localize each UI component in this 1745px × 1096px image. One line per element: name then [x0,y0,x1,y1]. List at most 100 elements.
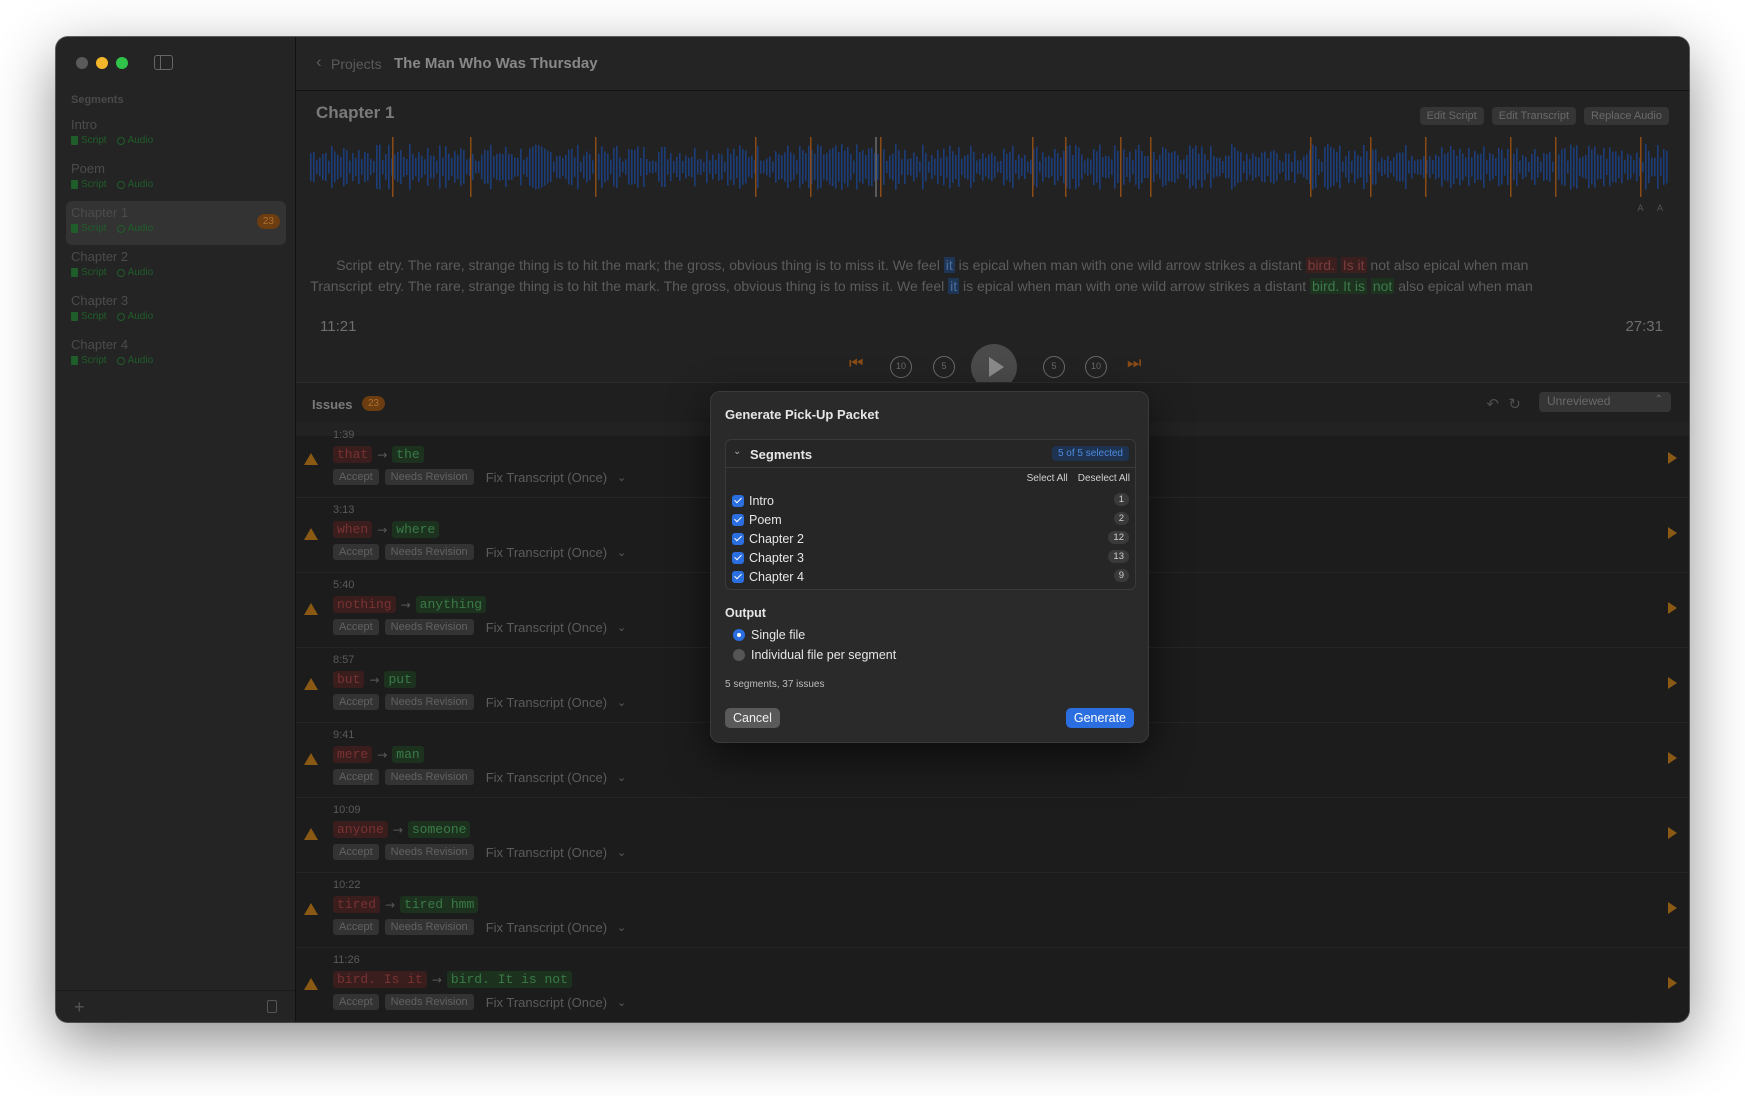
forward-5-button[interactable]: 5 [1043,356,1065,378]
segment-row-chapter-4[interactable]: Chapter 4 9 [732,567,1129,586]
chevron-down-icon[interactable]: ⌄ [733,446,741,457]
needs-revision-button[interactable]: Needs Revision [384,844,474,860]
play-issue-icon[interactable] [1668,452,1677,464]
accept-button[interactable]: Accept [333,769,379,785]
fix-transcript-menu[interactable]: Fix Transcript (Once) [486,470,607,485]
needs-revision-button[interactable]: Needs Revision [384,544,474,560]
select-all-button[interactable]: Select All [1027,473,1068,484]
segments-group-header[interactable]: ⌄ Segments 5 of 5 selected [726,440,1135,468]
needs-revision-button[interactable]: Needs Revision [384,994,474,1010]
issue-time[interactable]: 9:41 [333,729,354,741]
accept-button[interactable]: Accept [333,544,379,560]
chevron-down-icon[interactable]: ⌄ [617,771,626,784]
edit-script-button[interactable]: Edit Script [1419,107,1484,125]
issue-marker[interactable] [1150,137,1152,197]
sidebar-item-intro[interactable]: Intro Script Audio [66,113,286,157]
needs-revision-button[interactable]: Needs Revision [384,919,474,935]
current-word-highlight[interactable]: it [948,278,960,294]
issue-time[interactable]: 5:40 [333,579,354,591]
sidebar-item-chapter-1[interactable]: Chapter 1 Script Audio 23 [66,201,286,245]
segment-row-chapter-2[interactable]: Chapter 2 12 [732,529,1129,548]
fix-transcript-menu[interactable]: Fix Transcript (Once) [486,920,607,935]
text-size-control[interactable]: A A [1637,203,1669,213]
checkbox[interactable] [732,532,744,545]
issue-marker[interactable] [1120,137,1122,197]
segment-row-chapter-3[interactable]: Chapter 3 13 [732,548,1129,567]
fix-transcript-menu[interactable]: Fix Transcript (Once) [486,995,607,1010]
issue-time[interactable]: 1:39 [333,429,354,441]
segment-row-poem[interactable]: Poem 2 [732,510,1129,529]
play-issue-icon[interactable] [1668,977,1677,989]
accept-button[interactable]: Accept [333,619,379,635]
mismatch-highlight[interactable]: not [1370,278,1395,294]
sidebar-item-chapter-4[interactable]: Chapter 4 Script Audio [66,333,286,377]
chevron-down-icon[interactable]: ⌄ [617,696,626,709]
edit-transcript-button[interactable]: Edit Transcript [1491,107,1577,125]
needs-revision-button[interactable]: Needs Revision [384,619,474,635]
playhead[interactable] [875,137,877,197]
play-issue-icon[interactable] [1668,677,1677,689]
generate-button[interactable]: Generate [1065,708,1134,728]
play-issue-icon[interactable] [1668,602,1677,614]
redo-icon[interactable]: ↻ [1508,395,1521,413]
issue-time[interactable]: 8:57 [333,654,354,666]
checkbox[interactable] [732,513,744,526]
chevron-down-icon[interactable]: ⌄ [617,996,626,1009]
play-issue-icon[interactable] [1668,902,1677,914]
segment-row-intro[interactable]: Intro 1 [732,491,1129,510]
fix-transcript-menu[interactable]: Fix Transcript (Once) [486,695,607,710]
cancel-button[interactable]: Cancel [725,708,780,728]
document-icon[interactable] [267,1000,277,1013]
individual-file-option[interactable]: Individual file per segment [733,648,896,662]
issue-marker[interactable] [810,137,812,197]
issue-time[interactable]: 3:13 [333,504,354,516]
issue-marker[interactable] [1310,137,1312,197]
rewind-10-button[interactable]: 10 [890,356,912,378]
issue-marker[interactable] [470,137,472,197]
play-issue-icon[interactable] [1668,527,1677,539]
issue-marker[interactable] [755,137,757,197]
accept-button[interactable]: Accept [333,844,379,860]
chevron-down-icon[interactable]: ⌄ [617,621,626,634]
chevron-down-icon[interactable]: ⌄ [617,846,626,859]
issue-marker[interactable] [1032,137,1034,197]
back-to-projects-link[interactable]: Projects [331,56,382,72]
skip-to-end-icon[interactable]: ⏭ [1127,355,1141,373]
issue-marker[interactable] [1425,137,1427,197]
current-word-highlight[interactable]: it [943,257,955,273]
single-file-option[interactable]: Single file [733,628,805,642]
accept-button[interactable]: Accept [333,469,379,485]
issue-row[interactable]: 10:09 anyone → someone Accept Needs Revision F… [296,798,1689,873]
chevron-down-icon[interactable]: ⌄ [617,546,626,559]
fix-transcript-menu[interactable]: Fix Transcript (Once) [486,845,607,860]
accept-button[interactable]: Accept [333,994,379,1010]
mismatch-highlight[interactable]: bird. It is [1310,278,1367,294]
mismatch-highlight[interactable]: bird. [1305,257,1337,273]
chevron-down-icon[interactable]: ⌄ [617,471,626,484]
audio-waveform[interactable] [310,137,1669,197]
needs-revision-button[interactable]: Needs Revision [384,469,474,485]
sidebar-item-chapter-3[interactable]: Chapter 3 Script Audio [66,289,286,333]
replace-audio-button[interactable]: Replace Audio [1584,107,1669,125]
issue-marker[interactable] [1065,137,1067,197]
chevron-left-icon[interactable]: ‹ [316,52,322,72]
fix-transcript-menu[interactable]: Fix Transcript (Once) [486,545,607,560]
rewind-5-button[interactable]: 5 [933,356,955,378]
mismatch-highlight[interactable]: Is it [1340,257,1367,273]
chevron-down-icon[interactable]: ⌄ [617,921,626,934]
undo-icon[interactable]: ↶ [1486,395,1499,413]
play-issue-icon[interactable] [1668,752,1677,764]
needs-revision-button[interactable]: Needs Revision [384,769,474,785]
accept-button[interactable]: Accept [333,919,379,935]
checkbox[interactable] [732,494,744,507]
accept-button[interactable]: Accept [333,694,379,710]
issue-time[interactable]: 10:22 [333,879,361,891]
play-issue-icon[interactable] [1668,827,1677,839]
deselect-all-button[interactable]: Deselect All [1078,473,1130,484]
radio-selected[interactable] [733,629,745,641]
checkbox[interactable] [732,551,744,564]
issue-time[interactable]: 11:26 [333,954,360,966]
issue-row[interactable]: 11:26 bird. Is it → bird. It is not Accept Ne… [296,948,1689,1022]
issue-row[interactable]: 10:22 tired → tired hmm Accept Needs Revision… [296,873,1689,948]
radio-unselected[interactable] [733,649,745,661]
